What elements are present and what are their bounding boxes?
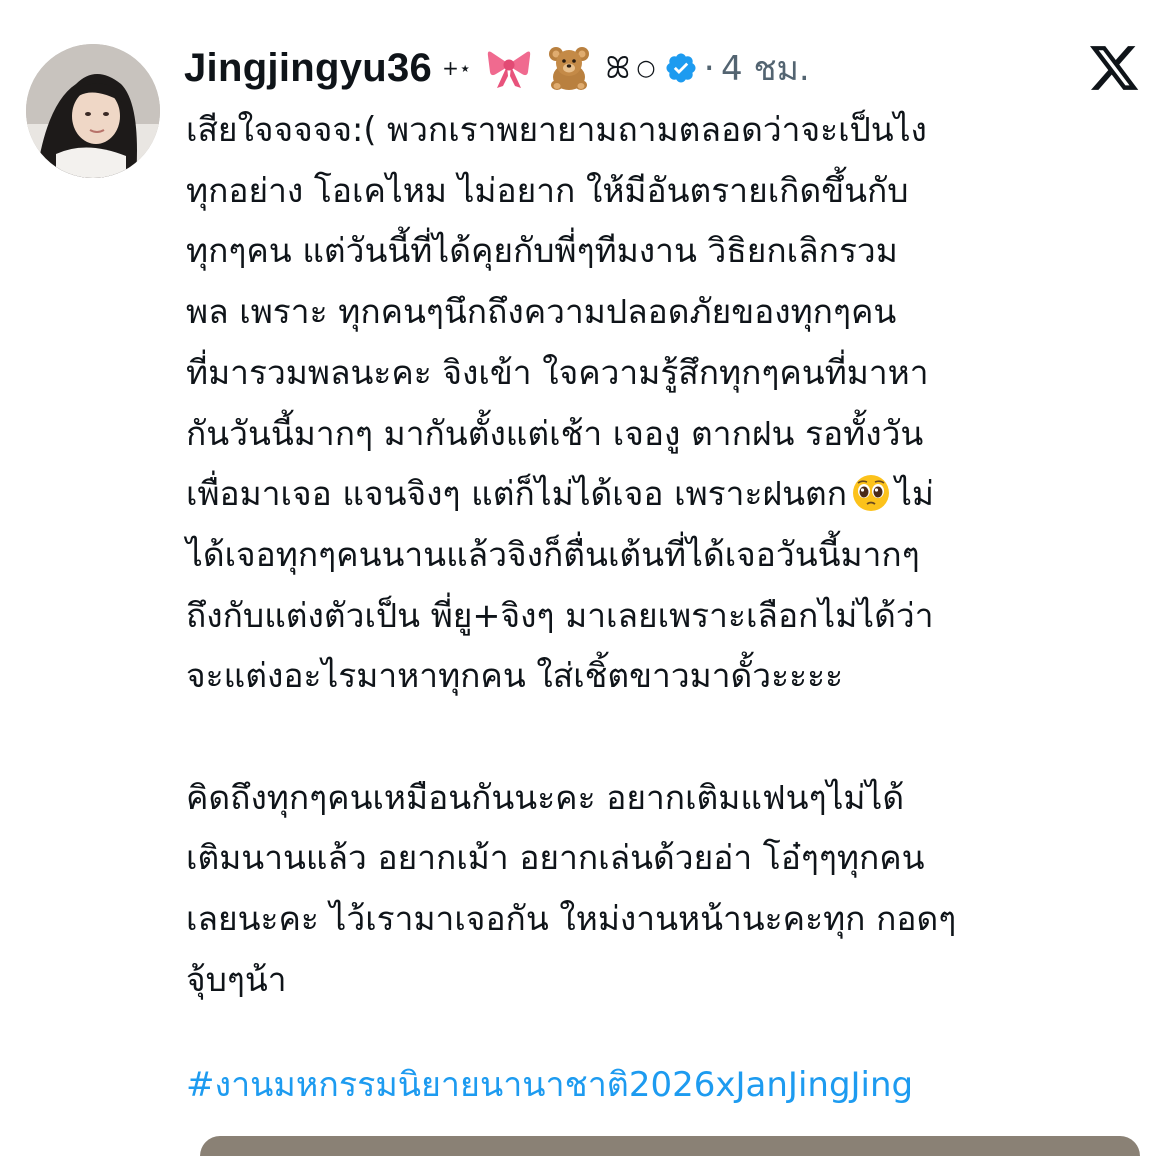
post-text-line: คิดถึงทุกๆคนเหมือนกันนะคะ อยากเติมแฟนๆไม…: [186, 777, 905, 817]
post-text-segment: ไม่: [895, 474, 934, 514]
avatar[interactable]: [26, 44, 160, 178]
media-preview[interactable]: [200, 1136, 1140, 1156]
post-header: Jingjingyu36 +⋆ ꕤ ○ · 4 ชม.: [184, 40, 810, 96]
post-text-line: จะแต่งอะไรมาหาทุกคน ใส่เชิ้ตขาวมาดั้วะะะ…: [186, 656, 844, 696]
post-text-line: ถึงกับแต่งตัวเป็น พี่ยู+จิงๆ มาเลยเพราะเ…: [186, 595, 934, 635]
post-text-line: เพื่อมาเจอ แจนจิงๆ แต่ก็ไม่ได้เจอ เพราะฝ…: [186, 464, 1146, 525]
post-text-line: จุ้บๆน้า: [186, 959, 287, 999]
post-text-segment: เพื่อมาเจอ แจนจิงๆ แต่ก็ไม่ได้เจอ เพราะฝ…: [186, 474, 848, 514]
author-display-name[interactable]: Jingjingyu36: [184, 46, 432, 91]
post-timestamp[interactable]: 4 ชม.: [721, 41, 810, 95]
post-text-line: ทุกอย่าง โอเคไหม ไม่อยาก ให้มีอันตรายเกิ…: [186, 170, 909, 210]
pleading-face-emoji-icon: [851, 473, 891, 513]
post-paragraph-1: เสียใจจจจจ:( พวกเราพยายามถามตลอดว่าจะเป็…: [186, 100, 1146, 707]
post-text-line: ทุกๆคน แต่วันนี้ที่ได้คุยกับพี่ๆทีมงาน ว…: [186, 231, 898, 271]
post-text-line: เสียใจจจจจ:( พวกเราพยายามถามตลอดว่าจะเป็…: [186, 110, 927, 149]
hashtag-link[interactable]: #งานมหกรรมนิยายนานาชาติ2026xJanJingJing: [186, 1057, 913, 1111]
post-text-line: ได้เจอทุกๆคนนานแล้วจิงก็ตื่นเต้นที่ได้เจ…: [186, 534, 920, 574]
name-swirl: ꕤ: [605, 50, 631, 86]
post-text-line: ที่มารวมพลนะคะ จิงเข้า ใจความรู้สึกทุกๆค…: [186, 352, 929, 392]
name-ring: ○: [636, 55, 656, 81]
x-logo-icon: [1090, 46, 1140, 92]
avatar-photo: [26, 44, 160, 178]
post-text-line: เติมนานแล้ว อยากเม้า อยากเล่นด้วยอ่า โอ๋…: [186, 838, 925, 878]
post-text-line: เลยนะคะ ไว้เรามาเจอกัน ใหม่งานหน้านะคะทุ…: [186, 899, 957, 939]
name-sparkle: +⋆: [442, 56, 472, 80]
post-body: เสียใจจจจจ:( พวกเราพยายามถามตลอดว่าจะเป็…: [186, 100, 1146, 1011]
teddy-bear-emoji-icon: [545, 45, 593, 91]
post-text-line: กันวันนี้มากๆ มากันตั้งแต่เช้า เจองู ตาก…: [186, 413, 924, 453]
ribbon-emoji-icon: [485, 46, 533, 90]
header-separator: ·: [703, 47, 715, 89]
post-paragraph-2: คิดถึงทุกๆคนเหมือนกันนะคะ อยากเติมแฟนๆไม…: [186, 768, 1146, 1011]
verified-badge-icon[interactable]: [664, 51, 698, 85]
post-text-line: พล เพราะ ทุกคนๆนึกถึงความปลอดภัยของทุกๆค…: [186, 292, 897, 332]
